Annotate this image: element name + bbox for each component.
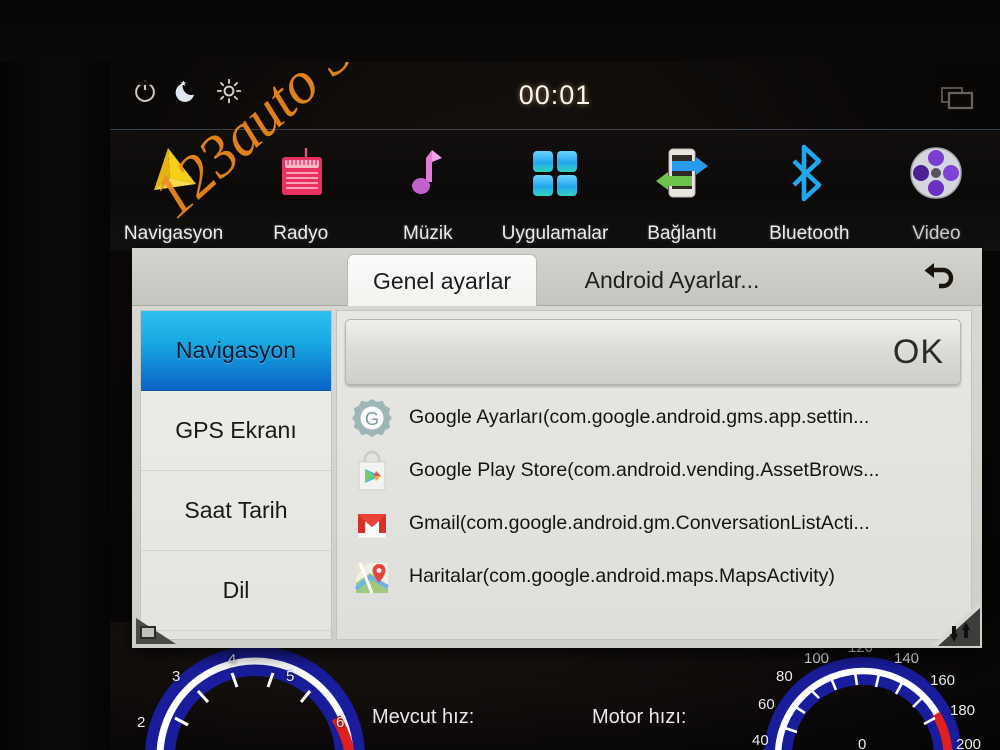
nav-item-radyo[interactable]	[237, 142, 364, 204]
sidebar-item-saat-tarih[interactable]: Saat Tarih	[141, 471, 331, 551]
nav-item-bluetooth[interactable]	[746, 142, 873, 204]
tach-tick-2: 2	[137, 714, 146, 731]
speedo-center-value: 0	[858, 736, 867, 750]
speedo-label: Motor hızı:	[592, 706, 687, 728]
ok-button[interactable]: OK	[893, 320, 944, 386]
tach-tick-6: 6	[336, 714, 345, 731]
tachometer-gauge: 2 3 4 5 6	[137, 646, 370, 750]
film-reel-icon	[907, 142, 965, 204]
resize-handle-updown-icon[interactable]	[924, 602, 980, 646]
tach-tick-4: 4	[228, 651, 237, 668]
tach-label: Mevcut hız:	[372, 706, 475, 728]
gmail-icon	[349, 501, 395, 547]
device-display: 00:01 Navigasyon Radyo Müzik Uygulamalar…	[110, 62, 1000, 750]
radio-icon	[272, 142, 330, 204]
speedo-tick-160: 160	[930, 672, 956, 689]
main-nav-icon-row	[110, 131, 1000, 215]
list-item-label: Google Play Store(com.android.vending.As…	[409, 459, 880, 481]
speedometer-gauge: 40 60 80 100 120 140 160 180 200 0	[738, 636, 988, 750]
nav-label-video[interactable]: Video	[873, 223, 1000, 245]
nav-label-uygulamalar[interactable]: Uygulamalar	[491, 223, 618, 245]
back-arrow-icon[interactable]	[916, 256, 964, 300]
nav-item-muzik[interactable]	[364, 142, 491, 204]
speedo-tick-60: 60	[758, 696, 775, 713]
car-head-unit-screenshot: 00:01 Navigasyon Radyo Müzik Uygulamalar…	[0, 0, 1000, 750]
windows-icon[interactable]	[940, 84, 976, 117]
nav-label-navigasyon[interactable]: Navigasyon	[110, 223, 237, 245]
sidebar-item-gps-ekrani[interactable]: GPS Ekranı	[141, 391, 331, 471]
settings-content-panel: OK G Google Ayarları(com.google.android.…	[336, 310, 972, 640]
nav-item-video[interactable]	[873, 142, 1000, 204]
speedo-tick-100: 100	[804, 650, 830, 667]
list-item-label: Haritalar(com.google.android.maps.MapsAc…	[409, 565, 835, 587]
speedo-tick-140: 140	[894, 650, 920, 667]
google-settings-icon: G	[349, 395, 395, 441]
nav-label-baglanti[interactable]: Bağlantı	[619, 223, 746, 245]
nav-label-bluetooth[interactable]: Bluetooth	[746, 223, 873, 245]
speedo-tick-200: 200	[956, 736, 982, 750]
speedo-tick-180: 180	[950, 702, 976, 719]
tab-genel-ayarlar[interactable]: Genel ayarlar	[347, 254, 537, 306]
status-bar: 00:01	[110, 62, 1000, 130]
tach-tick-5: 5	[286, 668, 295, 685]
nav-label-radyo[interactable]: Radyo	[237, 223, 364, 245]
svg-text:G: G	[365, 409, 379, 429]
navigation-arrow-icon	[144, 142, 204, 204]
dialog-body: Navigasyon GPS Ekranı Saat Tarih Dil OK	[132, 306, 982, 648]
nav-item-baglanti[interactable]	[619, 142, 746, 204]
sidebar-item-navigasyon[interactable]: Navigasyon	[141, 311, 331, 391]
dialog-tab-bar: Genel ayarlar Android Ayarlar...	[132, 248, 982, 306]
status-bar-clock: 00:01	[518, 80, 592, 110]
resize-handle-icon[interactable]	[136, 604, 194, 644]
main-nav-label-row: Navigasyon Radyo Müzik Uygulamalar Bağla…	[110, 217, 1000, 251]
nav-label-muzik[interactable]: Müzik	[364, 223, 491, 245]
app-activity-list[interactable]: G Google Ayarları(com.google.android.gms…	[345, 391, 963, 635]
bezel-top	[0, 0, 1000, 62]
bluetooth-icon	[786, 142, 832, 204]
list-item[interactable]: Google Play Store(com.android.vending.As…	[345, 444, 963, 497]
list-item-label: Gmail(com.google.android.gm.Conversation…	[409, 512, 870, 534]
tab-android-ayarlar[interactable]: Android Ayarlar...	[547, 254, 797, 306]
apps-grid-icon	[526, 142, 584, 204]
settings-sidebar: Navigasyon GPS Ekranı Saat Tarih Dil	[140, 310, 332, 640]
play-store-icon	[349, 448, 395, 494]
tach-tick-3: 3	[172, 668, 181, 685]
nav-item-navigasyon[interactable]	[110, 142, 237, 204]
list-item[interactable]: Gmail(com.google.android.gm.Conversation…	[345, 497, 963, 550]
speedo-tick-40: 40	[752, 732, 769, 749]
main-nav-strip: Navigasyon Radyo Müzik Uygulamalar Bağla…	[110, 131, 1000, 251]
selected-app-bar[interactable]: OK	[345, 319, 961, 385]
list-item[interactable]: Haritalar(com.google.android.maps.MapsAc…	[345, 550, 963, 603]
music-note-icon	[402, 142, 454, 204]
speedo-tick-80: 80	[776, 668, 793, 685]
maps-icon	[349, 554, 395, 600]
bezel-left	[0, 0, 110, 750]
nav-item-uygulamalar[interactable]	[491, 142, 618, 204]
settings-dialog: Genel ayarlar Android Ayarlar... Navigas…	[132, 248, 982, 648]
list-item[interactable]: G Google Ayarları(com.google.android.gms…	[345, 391, 963, 444]
list-item-label: Google Ayarları(com.google.android.gms.a…	[409, 406, 870, 428]
phone-link-icon	[652, 142, 712, 204]
